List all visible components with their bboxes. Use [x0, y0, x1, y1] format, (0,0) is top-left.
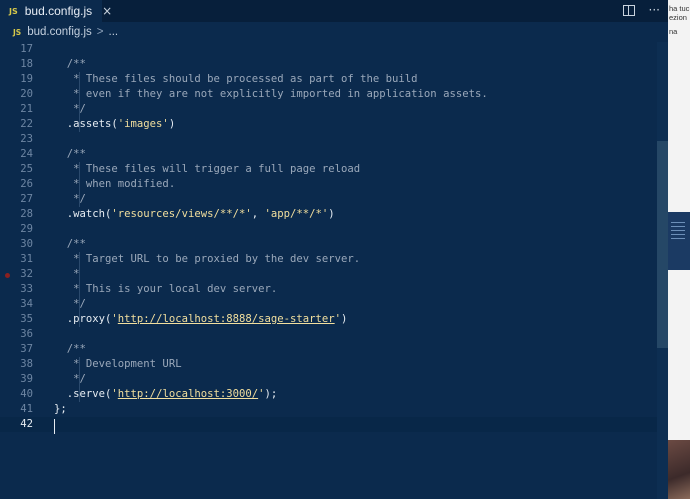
- line-number: 37: [20, 343, 33, 355]
- code-line[interactable]: 24 /**: [0, 147, 668, 162]
- code-text: *: [66, 268, 80, 280]
- line-number: 23: [20, 133, 33, 145]
- code-line[interactable]: 26 * when modified.: [0, 177, 668, 192]
- code-text: /**: [66, 148, 86, 160]
- code-text: */: [66, 373, 86, 385]
- code-text: */: [66, 103, 86, 115]
- more-actions-icon[interactable]: ···: [649, 3, 660, 17]
- code-text: .proxy('http://localhost:8888/sage-start…: [54, 313, 348, 325]
- code-line[interactable]: 42: [0, 417, 668, 432]
- line-number: 40: [20, 388, 33, 400]
- line-number: 34: [20, 298, 33, 310]
- indent-guide: [79, 252, 80, 327]
- javascript-file-icon: JS: [9, 6, 18, 16]
- line-number: 18: [20, 58, 33, 70]
- indent-guide: [79, 72, 80, 132]
- code-text: };: [54, 403, 67, 415]
- code-text: .assets('images'): [54, 118, 176, 130]
- line-number: 31: [20, 253, 33, 265]
- code-line[interactable]: 37 /**: [0, 342, 668, 357]
- background-window: ha tuc ezion na: [668, 0, 690, 499]
- code-text: * This is your local dev server.: [66, 283, 278, 295]
- line-number: 24: [20, 148, 33, 160]
- code-line[interactable]: 21 */: [0, 102, 668, 117]
- line-number: 39: [20, 373, 33, 385]
- code-line[interactable]: 25 * These files will trigger a full pag…: [0, 162, 668, 177]
- line-number: 27: [20, 193, 33, 205]
- line-number: 33: [20, 283, 33, 295]
- line-number: 36: [20, 328, 33, 340]
- window-thumbnail: [668, 212, 690, 270]
- line-number: 21: [20, 103, 33, 115]
- code-text: * These files should be processed as par…: [66, 73, 418, 85]
- code-line[interactable]: 34 */: [0, 297, 668, 312]
- line-number: 26: [20, 178, 33, 190]
- code-text: .watch('resources/views/**/*', 'app/**/*…: [54, 208, 335, 220]
- tab-bar: JS bud.config.js × ···: [0, 0, 668, 22]
- code-line[interactable]: 33 * This is your local dev server.: [0, 282, 668, 297]
- line-number: 38: [20, 358, 33, 370]
- code-text: * Target URL to be proxied by the dev se…: [66, 253, 361, 265]
- code-text: .serve('http://localhost:3000/');: [54, 388, 278, 400]
- breakpoint-marker[interactable]: [5, 273, 10, 278]
- code-text: */: [66, 298, 86, 310]
- scrollbar-thumb[interactable]: [657, 141, 668, 348]
- code-text: * even if they are not explicitly import…: [66, 88, 488, 100]
- line-number: 30: [20, 238, 33, 250]
- code-line[interactable]: 35 .proxy('http://localhost:8888/sage-st…: [0, 312, 668, 327]
- code-line[interactable]: 27 */: [0, 192, 668, 207]
- code-line[interactable]: 29: [0, 222, 668, 237]
- line-number: 42: [20, 418, 33, 430]
- code-line[interactable]: 39 */: [0, 372, 668, 387]
- code-editor[interactable]: 42 41}; 40 .serve('http://localhost:3000/'…: [0, 42, 668, 499]
- code-line[interactable]: 20 * even if they are not explicitly imp…: [0, 87, 668, 102]
- code-line[interactable]: 36: [0, 327, 668, 342]
- close-icon[interactable]: ×: [102, 4, 112, 18]
- line-number: 17: [20, 43, 33, 55]
- line-number: 29: [20, 223, 33, 235]
- editor-actions: ···: [622, 3, 660, 17]
- code-text: /**: [66, 238, 86, 250]
- code-line[interactable]: 28 .watch('resources/views/**/*', 'app/*…: [0, 207, 668, 222]
- background-text: ezion: [669, 13, 687, 22]
- line-number: 25: [20, 163, 33, 175]
- line-number: 35: [20, 313, 33, 325]
- indent-guide: [79, 162, 80, 207]
- code-line[interactable]: 18 /**: [0, 57, 668, 72]
- breadcrumb-symbol[interactable]: ...: [109, 26, 119, 38]
- code-line[interactable]: 23: [0, 132, 668, 147]
- code-text: */: [66, 193, 86, 205]
- code-text: /**: [66, 58, 86, 70]
- background-image: [668, 440, 690, 499]
- code-line[interactable]: 22 .assets('images'): [0, 117, 668, 132]
- background-text: na: [669, 27, 678, 36]
- javascript-file-icon: JS: [13, 27, 22, 37]
- tab-label: bud.config.js: [24, 4, 93, 18]
- code-text: * when modified.: [66, 178, 176, 190]
- line-number: 22: [20, 118, 33, 130]
- code-line[interactable]: 41};: [0, 402, 668, 417]
- line-number: 20: [20, 88, 33, 100]
- code-line[interactable]: 38 * Development URL: [0, 357, 668, 372]
- code-text: * Development URL: [66, 358, 182, 370]
- indent-guide: [79, 357, 80, 402]
- line-number: 41: [20, 403, 33, 415]
- code-line[interactable]: 31 * Target URL to be proxied by the dev…: [0, 252, 668, 267]
- chevron-right-icon: >: [96, 26, 104, 38]
- breadcrumb: JS bud.config.js > ...: [0, 22, 668, 42]
- code-line[interactable]: 32 *: [0, 267, 668, 282]
- code-line[interactable]: 17: [0, 42, 668, 57]
- line-number: 19: [20, 73, 33, 85]
- background-text: ha tuc: [669, 4, 690, 13]
- line-number: 28: [20, 208, 33, 220]
- code-text: * These files will trigger a full page r…: [66, 163, 361, 175]
- text-cursor: [54, 419, 55, 434]
- split-editor-icon[interactable]: [622, 5, 635, 16]
- code-text: /**: [66, 343, 86, 355]
- breadcrumb-file[interactable]: bud.config.js: [27, 26, 92, 38]
- code-line[interactable]: 40 .serve('http://localhost:3000/');: [0, 387, 668, 402]
- tab-bud-config[interactable]: JS bud.config.js ×: [0, 0, 112, 22]
- code-line[interactable]: 19 * These files should be processed as …: [0, 72, 668, 87]
- code-line[interactable]: 30 /**: [0, 237, 668, 252]
